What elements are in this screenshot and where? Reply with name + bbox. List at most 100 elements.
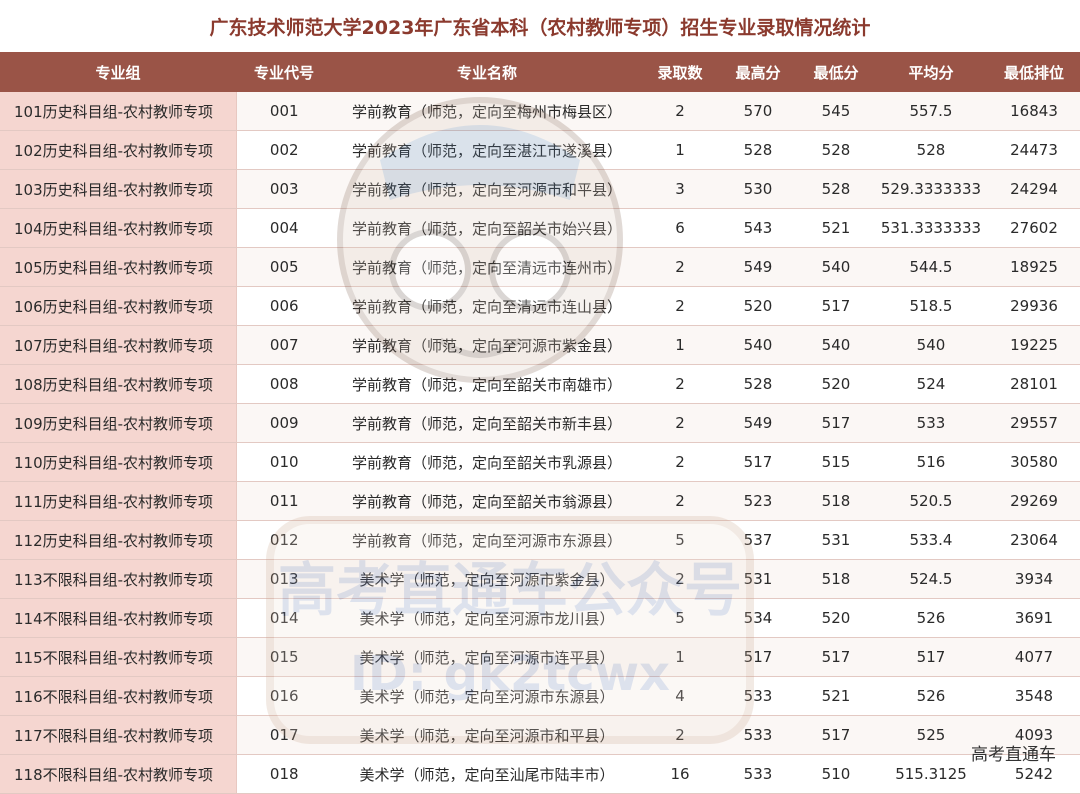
cell-count: 2 <box>642 715 718 755</box>
cell-group: 114不限科目组-农村教师专项 <box>0 598 237 638</box>
header-rank: 最低排位 <box>988 52 1080 92</box>
cell-count: 2 <box>642 286 718 326</box>
cell-rank: 27602 <box>988 208 1080 248</box>
cell-name: 美术学（师范，定向至河源市龙川县） <box>332 598 642 638</box>
cell-rank: 29557 <box>988 403 1080 443</box>
cell-group: 116不限科目组-农村教师专项 <box>0 676 237 716</box>
table-row: 111历史科目组-农村教师专项 011 学前教育（师范，定向至韶关市翁源县） 2 523… <box>0 481 1080 521</box>
table-row: 114不限科目组-农村教师专项 014 美术学（师范，定向至河源市龙川县） 5 534 5… <box>0 598 1080 638</box>
cell-max: 570 <box>718 92 798 131</box>
cell-group: 110历史科目组-农村教师专项 <box>0 442 237 482</box>
cell-group: 106历史科目组-农村教师专项 <box>0 286 237 326</box>
cell-group: 118不限科目组-农村教师专项 <box>0 754 237 794</box>
cell-count: 6 <box>642 208 718 248</box>
cell-name: 学前教育（师范，定向至河源市紫金县） <box>332 325 642 365</box>
cell-name: 学前教育（师范，定向至韶关市新丰县） <box>332 403 642 443</box>
cell-name: 学前教育（师范，定向至河源市和平县） <box>332 169 642 209</box>
cell-avg: 533.4 <box>874 520 988 560</box>
cell-max: 517 <box>718 442 798 482</box>
table-row: 106历史科目组-农村教师专项 006 学前教育（师范，定向至清远市连山县） 2 520… <box>0 286 1080 326</box>
cell-rank: 18925 <box>988 247 1080 287</box>
cell-rank: 3934 <box>988 559 1080 599</box>
table-row: 101历史科目组-农村教师专项 001 学前教育（师范，定向至梅州市梅县区） 2 570… <box>0 92 1080 131</box>
cell-max: 534 <box>718 598 798 638</box>
cell-max: 533 <box>718 754 798 794</box>
cell-min: 540 <box>798 247 874 287</box>
table-row: 113不限科目组-农村教师专项 013 美术学（师范，定向至河源市紫金县） 2 531 5… <box>0 559 1080 599</box>
cell-count: 2 <box>642 481 718 521</box>
cell-rank: 24473 <box>988 130 1080 170</box>
cell-name: 学前教育（师范，定向至韶关市南雄市） <box>332 364 642 404</box>
cell-code: 001 <box>236 92 332 131</box>
cell-max: 533 <box>718 676 798 716</box>
cell-min: 520 <box>798 364 874 404</box>
header-max: 最高分 <box>718 52 798 92</box>
cell-max: 528 <box>718 130 798 170</box>
cell-group: 101历史科目组-农村教师专项 <box>0 92 237 131</box>
cell-name: 美术学（师范，定向至河源市连平县） <box>332 637 642 677</box>
cell-group: 117不限科目组-农村教师专项 <box>0 715 237 755</box>
cell-code: 016 <box>236 676 332 716</box>
cell-avg: 533 <box>874 403 988 443</box>
cell-name: 学前教育（师范，定向至河源市东源县） <box>332 520 642 560</box>
cell-min: 510 <box>798 754 874 794</box>
cell-rank: 24294 <box>988 169 1080 209</box>
cell-group: 111历史科目组-农村教师专项 <box>0 481 237 521</box>
cell-max: 549 <box>718 403 798 443</box>
cell-count: 5 <box>642 520 718 560</box>
cell-max: 528 <box>718 364 798 404</box>
cell-code: 013 <box>236 559 332 599</box>
table-row: 103历史科目组-农村教师专项 003 学前教育（师范，定向至河源市和平县） 3 530… <box>0 169 1080 209</box>
cell-code: 010 <box>236 442 332 482</box>
cell-min: 528 <box>798 169 874 209</box>
cell-min: 517 <box>798 403 874 443</box>
table-row: 116不限科目组-农村教师专项 016 美术学（师范，定向至河源市东源县） 4 533 5… <box>0 676 1080 716</box>
table-row: 110历史科目组-农村教师专项 010 学前教育（师范，定向至韶关市乳源县） 2 517… <box>0 442 1080 482</box>
cell-group: 113不限科目组-农村教师专项 <box>0 559 237 599</box>
cell-name: 学前教育（师范，定向至韶关市乳源县） <box>332 442 642 482</box>
cell-rank: 29269 <box>988 481 1080 521</box>
cell-avg: 540 <box>874 325 988 365</box>
cell-rank: 28101 <box>988 364 1080 404</box>
cell-avg: 524 <box>874 364 988 404</box>
table-header-row: 专业组 专业代号 专业名称 录取数 最高分 最低分 平均分 最低排位 <box>0 52 1080 92</box>
cell-code: 018 <box>236 754 332 794</box>
cell-min: 518 <box>798 559 874 599</box>
table-row: 109历史科目组-农村教师专项 009 学前教育（师范，定向至韶关市新丰县） 2 549… <box>0 403 1080 443</box>
cell-rank: 30580 <box>988 442 1080 482</box>
cell-min: 521 <box>798 676 874 716</box>
cell-avg: 516 <box>874 442 988 482</box>
cell-min: 531 <box>798 520 874 560</box>
cell-rank: 23064 <box>988 520 1080 560</box>
cell-count: 2 <box>642 364 718 404</box>
table-row: 115不限科目组-农村教师专项 015 美术学（师范，定向至河源市连平县） 1 517 5… <box>0 637 1080 677</box>
cell-code: 007 <box>236 325 332 365</box>
cell-rank: 4077 <box>988 637 1080 677</box>
cell-count: 5 <box>642 598 718 638</box>
cell-count: 3 <box>642 169 718 209</box>
cell-min: 540 <box>798 325 874 365</box>
cell-max: 543 <box>718 208 798 248</box>
table-row: 107历史科目组-农村教师专项 007 学前教育（师范，定向至河源市紫金县） 1 540… <box>0 325 1080 365</box>
cell-count: 4 <box>642 676 718 716</box>
table-row: 118不限科目组-农村教师专项 018 美术学（师范，定向至汕尾市陆丰市） 16 533… <box>0 754 1080 794</box>
cell-max: 520 <box>718 286 798 326</box>
cell-max: 523 <box>718 481 798 521</box>
cell-group: 102历史科目组-农村教师专项 <box>0 130 237 170</box>
cell-avg: 526 <box>874 676 988 716</box>
cell-code: 002 <box>236 130 332 170</box>
header-name: 专业名称 <box>332 52 642 92</box>
cell-count: 2 <box>642 247 718 287</box>
cell-code: 006 <box>236 286 332 326</box>
cell-group: 112历史科目组-农村教师专项 <box>0 520 237 560</box>
cell-group: 109历史科目组-农村教师专项 <box>0 403 237 443</box>
cell-avg: 518.5 <box>874 286 988 326</box>
cell-name: 美术学（师范，定向至河源市和平县） <box>332 715 642 755</box>
cell-max: 537 <box>718 520 798 560</box>
cell-max: 533 <box>718 715 798 755</box>
admission-table: 专业组 专业代号 专业名称 录取数 最高分 最低分 平均分 最低排位 101历史科目组-农村教… <box>0 52 1080 794</box>
cell-max: 517 <box>718 637 798 677</box>
corner-watermark: 高考直通车 <box>971 745 1056 765</box>
cell-avg: 544.5 <box>874 247 988 287</box>
page-title: 广东技术师范大学2023年广东省本科（农村教师专项）招生专业录取情况统计 <box>209 16 871 39</box>
